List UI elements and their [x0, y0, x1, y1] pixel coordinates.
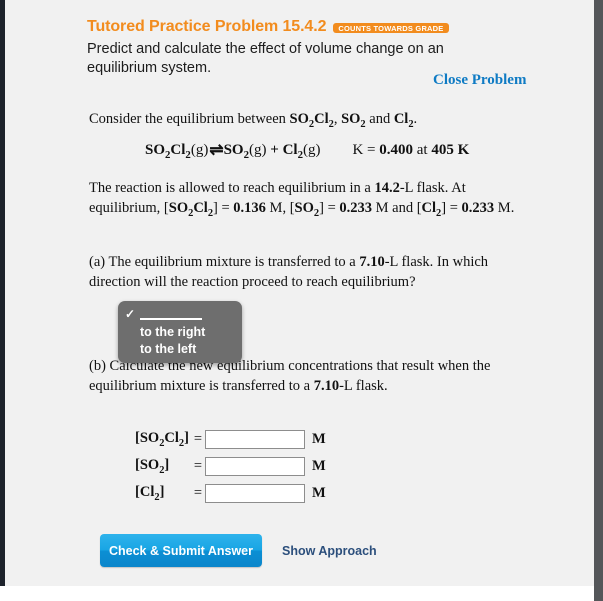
part-b-text-1: (b) Calculate the new equilibrium concen…: [89, 358, 491, 394]
consider-prefix: Consider the equilibrium between: [89, 111, 290, 127]
eq-reactant-state: (g): [190, 142, 209, 158]
status-badge: COUNTS TOWARDS GRADE: [333, 22, 449, 34]
answer-label-so2cl2: [SO2Cl2]: [135, 430, 189, 449]
checkmark-icon: ✓: [125, 307, 136, 321]
equals-sign: =: [193, 485, 203, 501]
equilibrium-arrow-icon: ⇌: [209, 140, 223, 159]
eq-reactant-el2: Cl: [170, 142, 186, 158]
equil-conc-3: 0.233: [461, 199, 495, 216]
part-a-volume-value: 7.10: [359, 254, 385, 270]
problem-content-pane: Tutored Practice Problem 15.4.2 COUNTS T…: [5, 0, 594, 586]
equil-species-2: SO2: [294, 199, 320, 219]
equil-unit-3: M: [497, 199, 511, 216]
eq-product1-el: SO: [223, 142, 244, 158]
part-a-question: (a) The equilibrium mixture is transferr…: [89, 253, 521, 292]
window-bottom-edge: [0, 586, 603, 601]
equil-species-1: SO2Cl2: [168, 199, 214, 219]
equil-conc-1: 0.136: [233, 199, 266, 216]
dropdown-option-blank[interactable]: ✓: [118, 306, 242, 323]
dropdown-option-label: to the right: [140, 324, 206, 339]
eq-plus-sign: +: [266, 142, 283, 158]
concentration-input-so2[interactable]: [205, 457, 305, 476]
problem-subtitle: Predict and calculate the effect of volu…: [87, 41, 444, 76]
equil-unit-1: M: [269, 199, 283, 216]
at-word: at: [413, 142, 432, 158]
eq-reactant-el1: SO: [145, 142, 166, 158]
close-problem-link[interactable]: Close Problem: [433, 72, 526, 89]
answer-row: [SO2Cl2] = M: [135, 426, 326, 453]
concentration-input-cl2[interactable]: [205, 484, 305, 503]
unit-label-molar: M: [312, 485, 326, 501]
species-cl2: Cl: [393, 111, 409, 127]
problem-title-row: Tutored Practice Problem 15.4.2 COUNTS T…: [87, 18, 547, 36]
eq-product1-state: (g): [249, 142, 267, 158]
k-label: K =: [352, 142, 380, 158]
equals-sign: =: [193, 431, 203, 447]
unit-label-molar: M: [312, 431, 326, 447]
answer-input-block: [SO2Cl2] = M [SO2] = M [Cl2] = M: [135, 426, 326, 507]
eq-product2-state: (g): [302, 142, 321, 158]
equilibrium-conditions-text: The reaction is allowed to reach equilib…: [89, 180, 515, 219]
initial-volume-value: 14.2: [374, 180, 400, 196]
concentration-input-so2cl2[interactable]: [205, 430, 305, 449]
temperature-value: 405 K: [431, 142, 470, 158]
part-a-text-1: (a) The equilibrium mixture is transferr…: [89, 254, 360, 270]
answer-row: [Cl2] = M: [135, 480, 326, 507]
intro-conjunction: and: [365, 111, 394, 127]
equilibrium-constant: K = 0.400 at 405 K: [352, 142, 469, 159]
answer-label-cl2: [Cl2]: [135, 484, 165, 503]
page-title: Tutored Practice Problem 15.4.2: [87, 18, 327, 35]
equil-species-3: Cl2: [421, 199, 442, 219]
equil-text-1: The reaction is allowed to reach equilib…: [89, 180, 375, 196]
equil-conc-2: 0.233: [339, 199, 372, 216]
problem-header: Tutored Practice Problem 15.4.2 COUNTS T…: [87, 18, 547, 78]
part-b-text-2: -L flask.: [339, 377, 388, 394]
blank-option-rule: [140, 310, 202, 320]
check-and-submit-answer-button[interactable]: Check & Submit Answer: [100, 534, 262, 567]
eq-product2-el: Cl: [282, 142, 298, 158]
direction-dropdown-menu[interactable]: ✓ to the right to the left: [118, 301, 242, 363]
part-b-volume-value: 7.10: [313, 377, 340, 394]
species-so2: SO: [341, 111, 361, 127]
dropdown-option-to-the-right[interactable]: to the right: [118, 323, 242, 340]
chemical-equation-row: SO2Cl2(g)⇌SO2(g) + Cl2(g) K = 0.400 at 40…: [89, 141, 549, 161]
k-value: 0.400: [379, 142, 414, 158]
species-so2cl2-part2: Cl: [314, 111, 329, 127]
balanced-equation: SO2Cl2(g)⇌SO2(g) + Cl2(g): [145, 141, 320, 161]
dropdown-option-to-the-left[interactable]: to the left: [118, 340, 242, 357]
show-approach-link[interactable]: Show Approach: [282, 544, 377, 558]
dropdown-option-label: to the left: [140, 341, 197, 356]
consider-equilibrium-text: Consider the equilibrium between SO2Cl2,…: [89, 111, 418, 130]
equals-sign: =: [193, 458, 203, 474]
vertical-scrollbar[interactable]: [594, 0, 603, 601]
answer-label-so2: [SO2]: [135, 457, 170, 476]
application-frame: Tutored Practice Problem 15.4.2 COUNTS T…: [0, 0, 603, 601]
species-so2cl2-part1: SO: [289, 111, 309, 127]
answer-row: [SO2] = M: [135, 453, 326, 480]
unit-label-molar: M: [312, 458, 326, 474]
equil-unit-2: M: [375, 199, 389, 216]
intro-period: .: [413, 111, 418, 127]
